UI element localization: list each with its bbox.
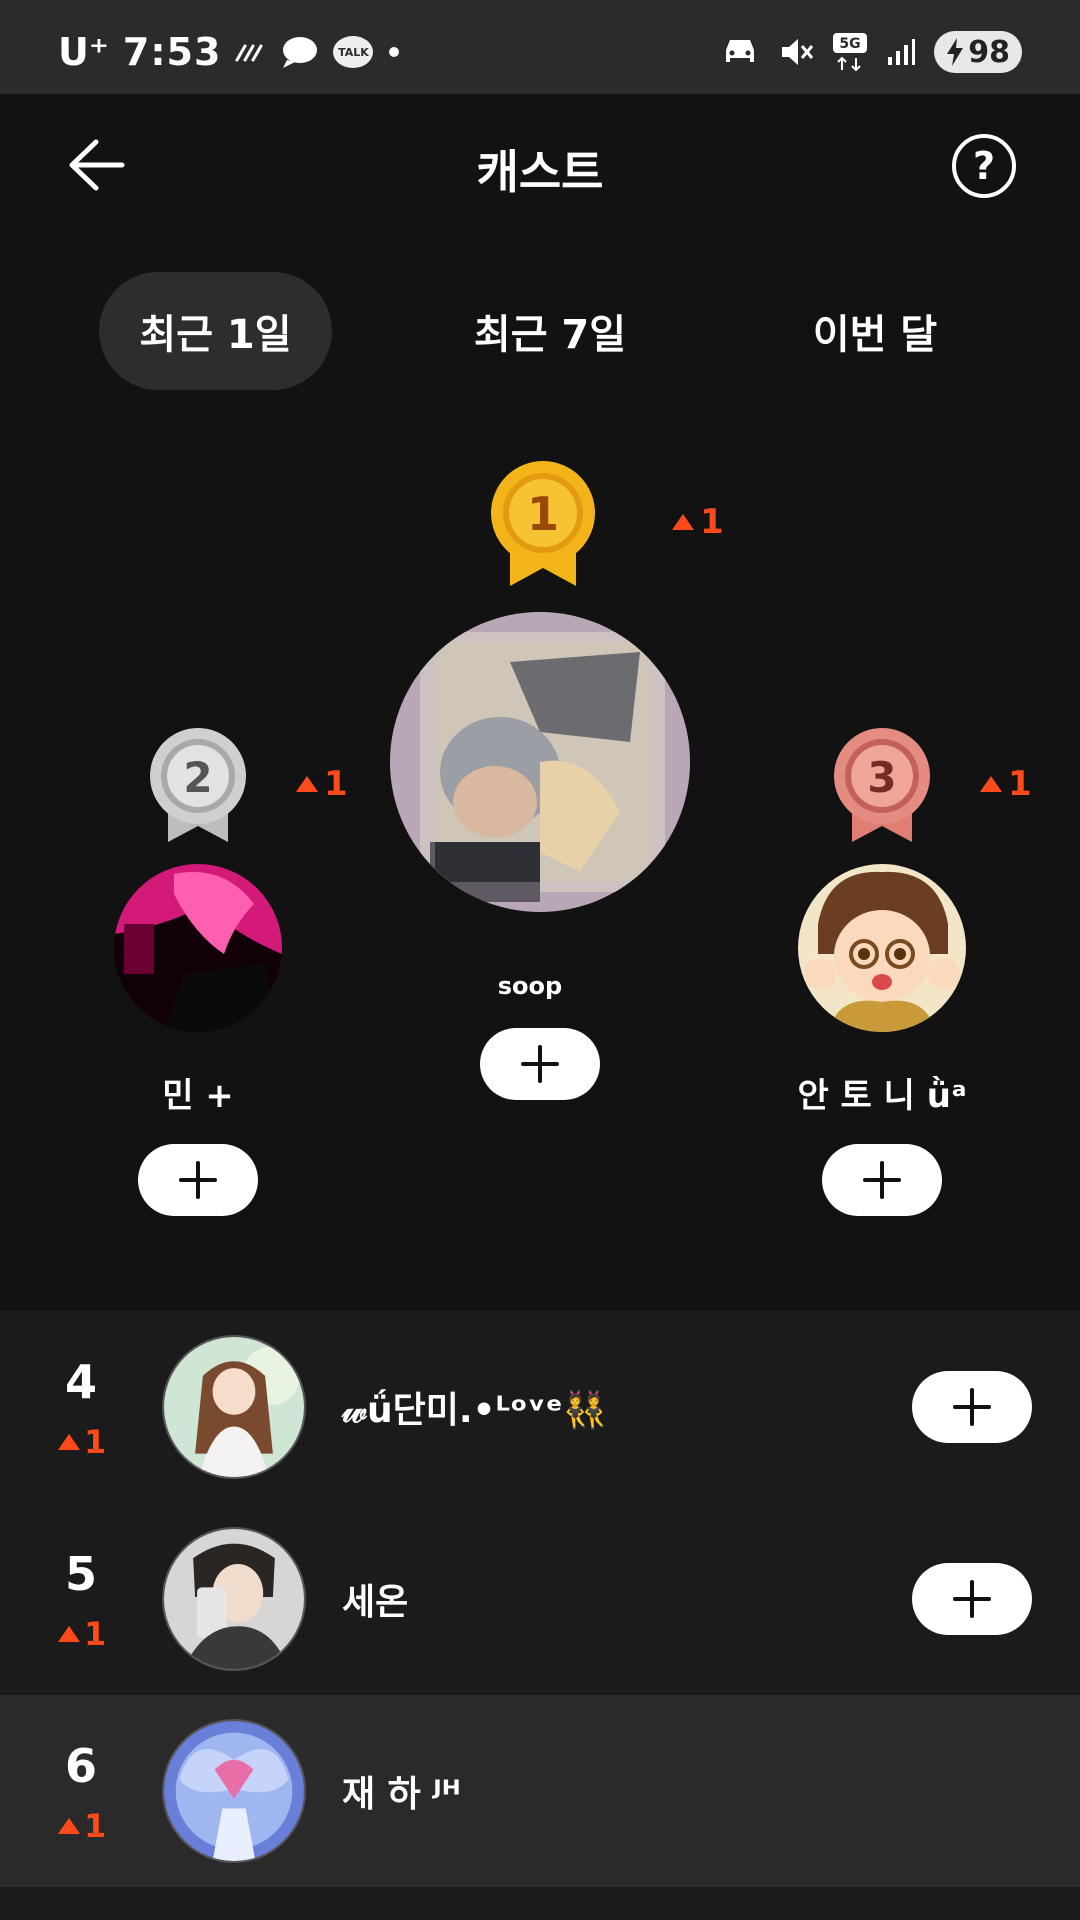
rank-up-icon bbox=[58, 1818, 80, 1834]
avatar-image bbox=[164, 1721, 304, 1861]
avatar[interactable] bbox=[162, 1527, 306, 1671]
list-item[interactable]: 5 1 세온 bbox=[0, 1503, 1080, 1695]
car-icon bbox=[726, 40, 755, 62]
kakaotalk-icon: TALK bbox=[333, 36, 374, 68]
battery-indicator: 98 bbox=[934, 31, 1022, 73]
battery-level: 98 bbox=[968, 34, 1010, 70]
avatar-first-image bbox=[390, 612, 690, 912]
avatar[interactable] bbox=[162, 1719, 306, 1863]
podium-name-second: 민 + bbox=[162, 1076, 234, 1116]
page-title: 캐스트 bbox=[476, 145, 604, 199]
podium-name-first: soop bbox=[497, 972, 563, 1000]
plus-icon bbox=[863, 1161, 901, 1199]
ranking-list: 4 1 𝓌ǘ단미.•ᴸᵒᵛᵉ👯 5 1 세온 6 1 재 하 ᴶᴴ bbox=[0, 1311, 1080, 1920]
list-item-partial bbox=[0, 1887, 1080, 1920]
gold-medal-icon: 1 bbox=[491, 461, 595, 586]
period-tabs: 최근 1일 최근 7일 이번 달 bbox=[0, 272, 1080, 390]
avatar-first[interactable] bbox=[390, 612, 690, 912]
help-button[interactable]: ? bbox=[952, 134, 1016, 198]
rank-up-icon bbox=[58, 1626, 80, 1642]
follow-button-second[interactable] bbox=[138, 1144, 258, 1216]
follow-button[interactable] bbox=[912, 1563, 1032, 1635]
user-name: 재 하 ᴶᴴ bbox=[342, 1774, 461, 1815]
notification-dot-icon bbox=[389, 47, 400, 57]
leaf-chat-icon bbox=[283, 37, 318, 68]
app-bar: 캐스트 ? bbox=[0, 94, 1080, 236]
carrier-label: U⁺ bbox=[58, 30, 109, 74]
rank-change: 1 bbox=[58, 1423, 106, 1461]
rank-up-icon bbox=[672, 514, 694, 530]
follow-button[interactable] bbox=[912, 1371, 1032, 1443]
tab-recent-1-day[interactable]: 최근 1일 bbox=[99, 272, 332, 390]
avatar-image bbox=[164, 1529, 304, 1669]
svg-text:2: 2 bbox=[183, 753, 212, 802]
avatar-third[interactable] bbox=[798, 864, 966, 1032]
status-left: U⁺ 7:53 TALK bbox=[58, 30, 401, 74]
5g-network-icon: 5G bbox=[833, 33, 868, 72]
follow-button-third[interactable] bbox=[822, 1144, 942, 1216]
data-activity-icon bbox=[235, 44, 263, 62]
rank-change: 1 bbox=[58, 1807, 106, 1845]
list-item[interactable]: 6 1 재 하 ᴶᴴ bbox=[0, 1695, 1080, 1887]
avatar[interactable] bbox=[162, 1335, 306, 1479]
plus-icon bbox=[521, 1045, 559, 1083]
status-right: 5G 98 bbox=[720, 30, 1022, 74]
avatar-second-image bbox=[114, 864, 282, 1032]
help-question-icon: ? bbox=[972, 144, 996, 188]
rank-number: 5 bbox=[64, 1547, 97, 1601]
rank-change-third: 1 bbox=[980, 764, 1032, 804]
status-bar: U⁺ 7:53 TALK 5G 98 bbox=[0, 0, 1080, 94]
follow-button-first[interactable] bbox=[480, 1028, 600, 1100]
rank-number: 6 bbox=[64, 1739, 97, 1793]
svg-text:5G: 5G bbox=[840, 36, 861, 52]
top-three-podium: 1 1 soop 2 1 민 + 3 1 안 토 니 ǜᵃ bbox=[0, 440, 1080, 1290]
charging-bolt-icon bbox=[947, 38, 964, 66]
rank-number: 4 bbox=[64, 1355, 97, 1409]
mute-icon bbox=[782, 39, 814, 65]
user-name: 세온 bbox=[342, 1582, 409, 1623]
signal-icon bbox=[888, 39, 916, 65]
clock: 7:53 bbox=[122, 30, 222, 74]
rank-up-icon bbox=[296, 776, 318, 792]
list-item[interactable]: 4 1 𝓌ǘ단미.•ᴸᵒᵛᵉ👯 bbox=[0, 1311, 1080, 1503]
tab-this-month[interactable]: 이번 달 bbox=[770, 272, 980, 390]
silver-medal-icon: 2 bbox=[150, 728, 246, 842]
tab-recent-7-days[interactable]: 최근 7일 bbox=[440, 272, 660, 390]
rank-up-icon bbox=[980, 776, 1002, 792]
plus-icon bbox=[953, 1388, 991, 1426]
podium-name-third: 안 토 니 ǜᵃ bbox=[797, 1076, 967, 1116]
rank-change-first: 1 bbox=[672, 502, 724, 542]
user-name: 𝓌ǘ단미.•ᴸᵒᵛᵉ👯 bbox=[342, 1390, 608, 1431]
plus-icon bbox=[179, 1161, 217, 1199]
svg-text:1: 1 bbox=[527, 487, 559, 541]
bronze-medal-icon: 3 bbox=[834, 728, 930, 842]
rank-up-icon bbox=[58, 1434, 80, 1450]
avatar-image bbox=[164, 1337, 304, 1477]
svg-text:3: 3 bbox=[867, 753, 896, 802]
rank-change-second: 1 bbox=[296, 764, 348, 804]
avatar-second[interactable] bbox=[114, 864, 282, 1032]
plus-icon bbox=[953, 1580, 991, 1618]
rank-change: 1 bbox=[58, 1615, 106, 1653]
avatar-third-image bbox=[798, 864, 966, 1032]
